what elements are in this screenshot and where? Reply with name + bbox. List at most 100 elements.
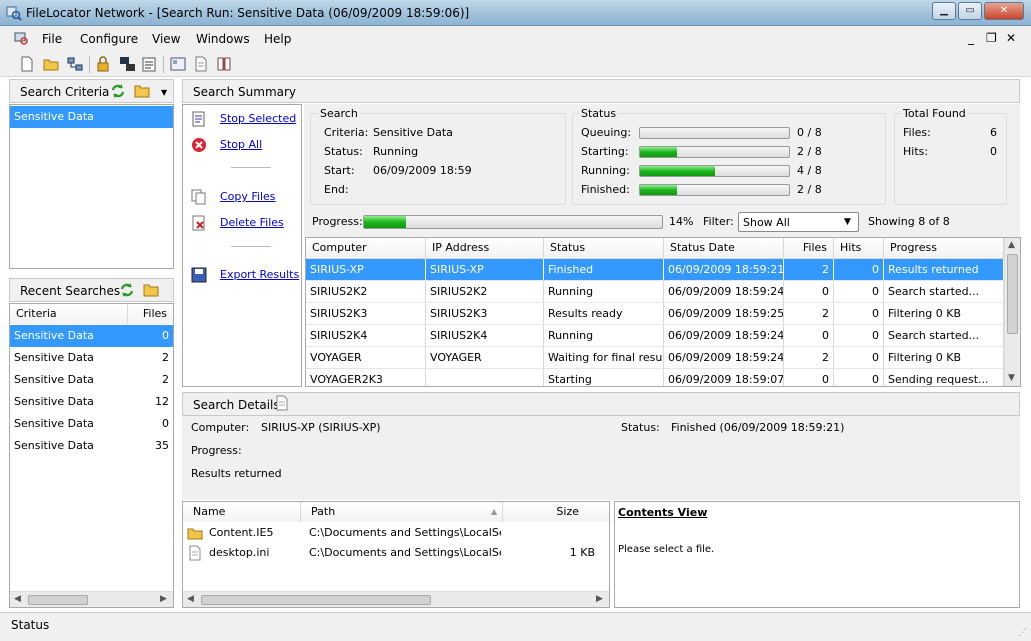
chevron-down-icon[interactable]: ▼	[161, 88, 167, 97]
file-path-cell: C:\Documents and Settings\LocalServ...	[309, 526, 501, 539]
mdi-minimize-button[interactable]: _	[968, 31, 974, 45]
recent-search-row[interactable]: Sensitive Data 0	[10, 325, 173, 347]
open-criteria-icon[interactable]	[134, 83, 151, 98]
recent-files-cell: 0	[162, 329, 169, 342]
result-status-cell: Starting	[544, 369, 664, 386]
col-path[interactable]: Path	[301, 502, 503, 522]
refresh-recent-icon[interactable]	[119, 282, 135, 298]
stop-all-link[interactable]: Stop All	[220, 138, 262, 151]
col-name[interactable]: Name	[183, 502, 301, 522]
recent-files-cell: 12	[155, 395, 169, 408]
contents-view: Contents View Please select a file.	[614, 501, 1020, 608]
col-files[interactable]: Files	[128, 304, 173, 324]
queuing-label: Queuing:	[581, 126, 632, 139]
minimize-button[interactable]: ▁	[932, 2, 956, 20]
running-label: Running:	[581, 164, 630, 177]
start-value: 06/09/2009 18:59	[373, 164, 472, 177]
recent-search-row[interactable]: Sensitive Data 0	[10, 413, 173, 435]
col-status[interactable]: Status	[544, 238, 664, 258]
mdi-restore-button[interactable]: ❐	[986, 31, 997, 45]
menu-file[interactable]: File	[42, 32, 62, 46]
col-criteria[interactable]: Criteria	[10, 304, 128, 324]
maximize-button[interactable]: ▭	[958, 2, 982, 20]
menu-configure[interactable]: Configure	[80, 32, 138, 46]
criteria-item[interactable]: Sensitive Data	[10, 106, 173, 128]
col-files[interactable]: Files	[784, 238, 834, 258]
details-document-icon[interactable]	[275, 395, 289, 411]
computer-icon[interactable]	[118, 55, 136, 73]
recent-search-row[interactable]: Sensitive Data 12	[10, 391, 173, 413]
recent-criteria-cell: Sensitive Data	[14, 395, 94, 408]
details-computer-label: Computer:	[191, 421, 250, 434]
result-hits-cell: 0	[834, 281, 884, 302]
export-results-link[interactable]: Export Results	[220, 268, 299, 281]
menu-view[interactable]: View	[152, 32, 180, 46]
col-size[interactable]: Size	[503, 502, 609, 522]
progress-fill	[640, 166, 715, 176]
search-details-title: Search Details	[193, 398, 280, 412]
lock-icon[interactable]	[94, 55, 112, 73]
refresh-icon[interactable]	[110, 83, 126, 99]
recent-search-row[interactable]: Sensitive Data 2	[10, 369, 173, 391]
save-icon	[191, 267, 207, 283]
recent-hscrollbar[interactable]: ◀ ▶	[10, 591, 173, 607]
mdi-close-button[interactable]: ✕	[1006, 31, 1016, 45]
result-row[interactable]: SIRIUS2K3 SIRIUS2K3 Results ready 06/09/200…	[306, 303, 1004, 325]
col-progress[interactable]: Progress	[884, 238, 1004, 258]
status-bar-text: Status	[11, 618, 50, 632]
result-row[interactable]: SIRIUS2K4 SIRIUS2K4 Running 06/09/2009 18:5…	[306, 325, 1004, 347]
result-row[interactable]: SIRIUS2K2 SIRIUS2K2 Running 06/09/2009 18:5…	[306, 281, 1004, 303]
filter-select[interactable]: Show All ▼	[738, 212, 859, 232]
contents-view-message: Please select a file.	[618, 544, 715, 555]
result-files-cell: 2	[784, 259, 834, 280]
close-button[interactable]: ✕	[984, 2, 1024, 20]
recent-table-header: Criteria Files	[10, 304, 173, 324]
file-list-header: Name Path ▲ Size	[183, 502, 609, 522]
recent-search-row[interactable]: Sensitive Data 35	[10, 435, 173, 457]
result-row[interactable]: SIRIUS-XP SIRIUS-XP Finished 06/09/2009 18:…	[306, 259, 1004, 281]
file-row[interactable]: desktop.ini C:\Documents and Settings\Loc…	[183, 543, 609, 563]
status-bar: Status ⋰	[0, 612, 1031, 641]
new-icon[interactable]	[18, 55, 36, 73]
result-row[interactable]: VOYAGER VOYAGER Waiting for final result 06…	[306, 347, 1004, 369]
help-book-icon[interactable]	[215, 55, 233, 73]
menu-windows[interactable]: Windows	[196, 32, 250, 46]
properties-icon[interactable]	[140, 55, 158, 73]
file-row[interactable]: Content.IE5 C:\Documents and Settings\Loc…	[183, 523, 609, 543]
details-progress-label: Progress:	[191, 444, 242, 457]
end-label: End:	[324, 183, 349, 196]
recent-search-row[interactable]: Sensitive Data 2	[10, 347, 173, 369]
status-group-title: Status	[579, 107, 619, 120]
results-header: Computer IP Address Status Status Date F…	[306, 238, 1020, 259]
copy-files-link[interactable]: Copy Files	[220, 190, 276, 203]
file-list-hscrollbar[interactable]: ◀ ▶	[183, 591, 609, 607]
search-details-header: Search Details	[182, 392, 1020, 416]
open-recent-icon[interactable]	[143, 282, 160, 297]
finished-value: 2 / 8	[797, 183, 822, 196]
col-status-date[interactable]: Status Date	[664, 238, 784, 258]
result-status-cell: Waiting for final result	[544, 347, 664, 368]
col-computer[interactable]: Computer	[306, 238, 426, 258]
menu-help[interactable]: Help	[264, 32, 291, 46]
recent-criteria-cell: Sensitive Data	[14, 417, 94, 430]
result-files-cell: 0	[784, 281, 834, 302]
resize-grip-icon[interactable]: ⋰	[1018, 628, 1027, 638]
document-icon[interactable]	[192, 55, 210, 73]
result-computer-cell: SIRIUS2K4	[306, 325, 426, 346]
delete-files-link[interactable]: Delete Files	[220, 216, 284, 229]
result-date-cell: 06/09/2009 18:59:21	[664, 259, 784, 280]
result-row[interactable]: VOYAGER2K3 Starting 06/09/2009 18:59:07 0 0 S…	[306, 369, 1004, 386]
open-folder-icon[interactable]	[42, 55, 60, 73]
stop-selected-link[interactable]: Stop Selected	[220, 112, 296, 125]
toolbar	[0, 52, 1031, 77]
col-ip-address[interactable]: IP Address	[426, 238, 544, 258]
results-vscrollbar[interactable]: ▲ ▼	[1004, 238, 1020, 386]
result-date-cell: 06/09/2009 18:59:24	[664, 347, 784, 368]
report-icon[interactable]	[169, 55, 187, 73]
file-icon	[189, 545, 201, 561]
col-hits[interactable]: Hits	[834, 238, 884, 258]
network-icon[interactable]	[66, 55, 84, 73]
mdi-child-icon[interactable]	[14, 32, 30, 46]
sort-ascending-icon: ▲	[491, 507, 498, 516]
divider	[231, 246, 271, 247]
